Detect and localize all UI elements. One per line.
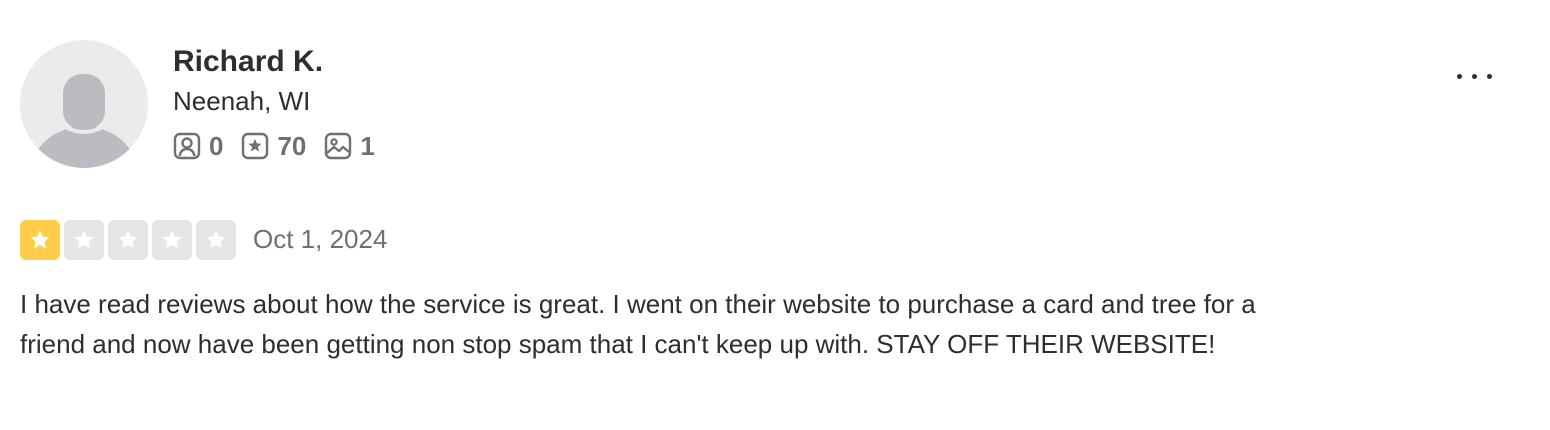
review-date: Oct 1, 2024 [253, 224, 388, 254]
default-user-avatar-icon[interactable] [20, 40, 148, 168]
ellipsis-icon[interactable] [1448, 58, 1500, 94]
user-location: Neenah, WI [173, 86, 311, 116]
user-stats: 0 70 1 [173, 128, 393, 164]
friends-icon [173, 132, 209, 160]
photo-icon [324, 132, 360, 160]
review-text: I have read reviews about how the servic… [20, 289, 1256, 359]
friends-count: 0 [209, 130, 224, 161]
star-4 [152, 219, 192, 260]
star-1 [20, 219, 60, 260]
rating-row: Oct 1, 2024 [20, 219, 387, 260]
reviews-stat: 70 [241, 131, 306, 162]
photos-stat: 1 [324, 130, 375, 162]
photos-count: 1 [360, 130, 375, 161]
star-3 [108, 219, 148, 260]
star-5 [196, 219, 236, 260]
reviews-count: 70 [277, 130, 307, 161]
friends-stat: 0 [173, 131, 223, 162]
star-rating [20, 219, 240, 260]
reviews-star-icon [241, 132, 277, 160]
star-2 [64, 219, 104, 260]
review-card: Richard K. Neenah, WI 0 70 1 Oct 1, 2024… [0, 0, 1550, 430]
user-name[interactable]: Richard K. [173, 42, 393, 82]
user-info: Richard K. Neenah, WI 0 70 1 [173, 40, 393, 164]
